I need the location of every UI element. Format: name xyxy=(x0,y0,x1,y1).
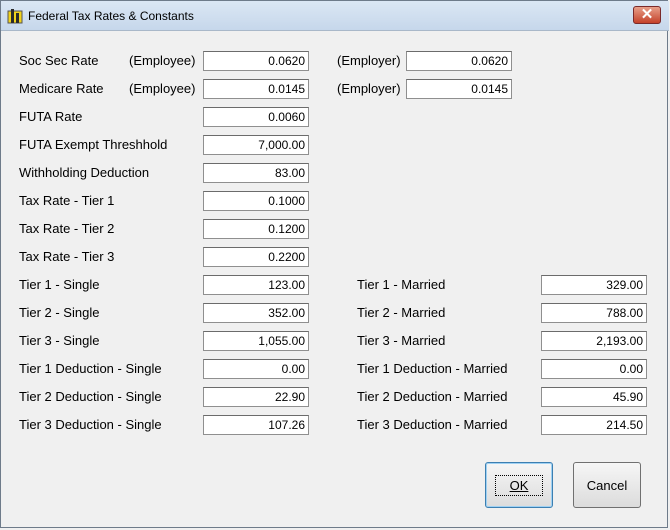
medicare-rate-label: Medicare Rate xyxy=(19,81,104,96)
medicare-employee-field[interactable]: 0.0145 xyxy=(203,79,309,99)
tier3-deduction-single-label: Tier 3 Deduction - Single xyxy=(19,417,162,432)
futa-exempt-label: FUTA Exempt Threshhold xyxy=(19,137,168,152)
close-button[interactable]: ✕ xyxy=(633,6,661,24)
tier2-deduction-married-field[interactable]: 45.90 xyxy=(541,387,647,407)
tier2-married-label: Tier 2 - Married xyxy=(357,305,446,320)
tier1-deduction-single-field[interactable]: 0.00 xyxy=(203,359,309,379)
tier2-single-field[interactable]: 352.00 xyxy=(203,303,309,323)
tier3-deduction-married-field[interactable]: 214.50 xyxy=(541,415,647,435)
tax-rate-tier3-label: Tax Rate - Tier 3 xyxy=(19,249,115,264)
soc-sec-employer-label: (Employer) xyxy=(337,53,401,68)
title-bar[interactable]: Federal Tax Rates & Constants ✕ xyxy=(1,1,669,31)
tier1-single-label: Tier 1 - Single xyxy=(19,277,100,292)
futa-rate-field[interactable]: 0.0060 xyxy=(203,107,309,127)
tax-rate-tier1-field[interactable]: 0.1000 xyxy=(203,191,309,211)
withholding-deduction-field[interactable]: 83.00 xyxy=(203,163,309,183)
tier2-deduction-single-label: Tier 2 Deduction - Single xyxy=(19,389,162,404)
soc-sec-rate-label: Soc Sec Rate xyxy=(19,53,99,68)
tax-rate-tier1-label: Tax Rate - Tier 1 xyxy=(19,193,115,208)
tier2-deduction-married-label: Tier 2 Deduction - Married xyxy=(357,389,508,404)
tier1-married-label: Tier 1 - Married xyxy=(357,277,446,292)
tax-rates-dialog: Federal Tax Rates & Constants ✕ Soc Sec … xyxy=(0,0,669,528)
tier1-deduction-married-field[interactable]: 0.00 xyxy=(541,359,647,379)
tier1-single-field[interactable]: 123.00 xyxy=(203,275,309,295)
tier1-married-field[interactable]: 329.00 xyxy=(541,275,647,295)
close-icon: ✕ xyxy=(640,6,654,23)
tier3-deduction-single-field[interactable]: 107.26 xyxy=(203,415,309,435)
soc-sec-employer-field[interactable]: 0.0620 xyxy=(406,51,512,71)
tier1-deduction-single-label: Tier 1 Deduction - Single xyxy=(19,361,162,376)
tier2-deduction-single-field[interactable]: 22.90 xyxy=(203,387,309,407)
cancel-button[interactable]: Cancel xyxy=(573,462,641,508)
window-title: Federal Tax Rates & Constants xyxy=(28,9,194,23)
soc-sec-employee-label: (Employee) xyxy=(129,53,196,68)
soc-sec-employee-field[interactable]: 0.0620 xyxy=(203,51,309,71)
tier2-married-field[interactable]: 788.00 xyxy=(541,303,647,323)
tier1-deduction-married-label: Tier 1 Deduction - Married xyxy=(357,361,508,376)
app-icon xyxy=(7,9,23,24)
futa-rate-label: FUTA Rate xyxy=(19,109,83,124)
medicare-employee-label: (Employee) xyxy=(129,81,196,96)
tier3-single-field[interactable]: 1,055.00 xyxy=(203,331,309,351)
tier3-married-field[interactable]: 2,193.00 xyxy=(541,331,647,351)
tier3-deduction-married-label: Tier 3 Deduction - Married xyxy=(357,417,508,432)
futa-exempt-field[interactable]: 7,000.00 xyxy=(203,135,309,155)
tax-rate-tier3-field[interactable]: 0.2200 xyxy=(203,247,309,267)
ok-button-label: OK xyxy=(494,474,544,496)
medicare-employer-field[interactable]: 0.0145 xyxy=(406,79,512,99)
withholding-deduction-label: Withholding Deduction xyxy=(19,165,150,180)
medicare-employer-label: (Employer) xyxy=(337,81,401,96)
tax-rate-tier2-field[interactable]: 0.1200 xyxy=(203,219,309,239)
ok-button[interactable]: OK xyxy=(485,462,553,508)
tax-rate-tier2-label: Tax Rate - Tier 2 xyxy=(19,221,115,236)
tier3-single-label: Tier 3 - Single xyxy=(19,333,100,348)
tier2-single-label: Tier 2 - Single xyxy=(19,305,100,320)
tier3-married-label: Tier 3 - Married xyxy=(357,333,446,348)
